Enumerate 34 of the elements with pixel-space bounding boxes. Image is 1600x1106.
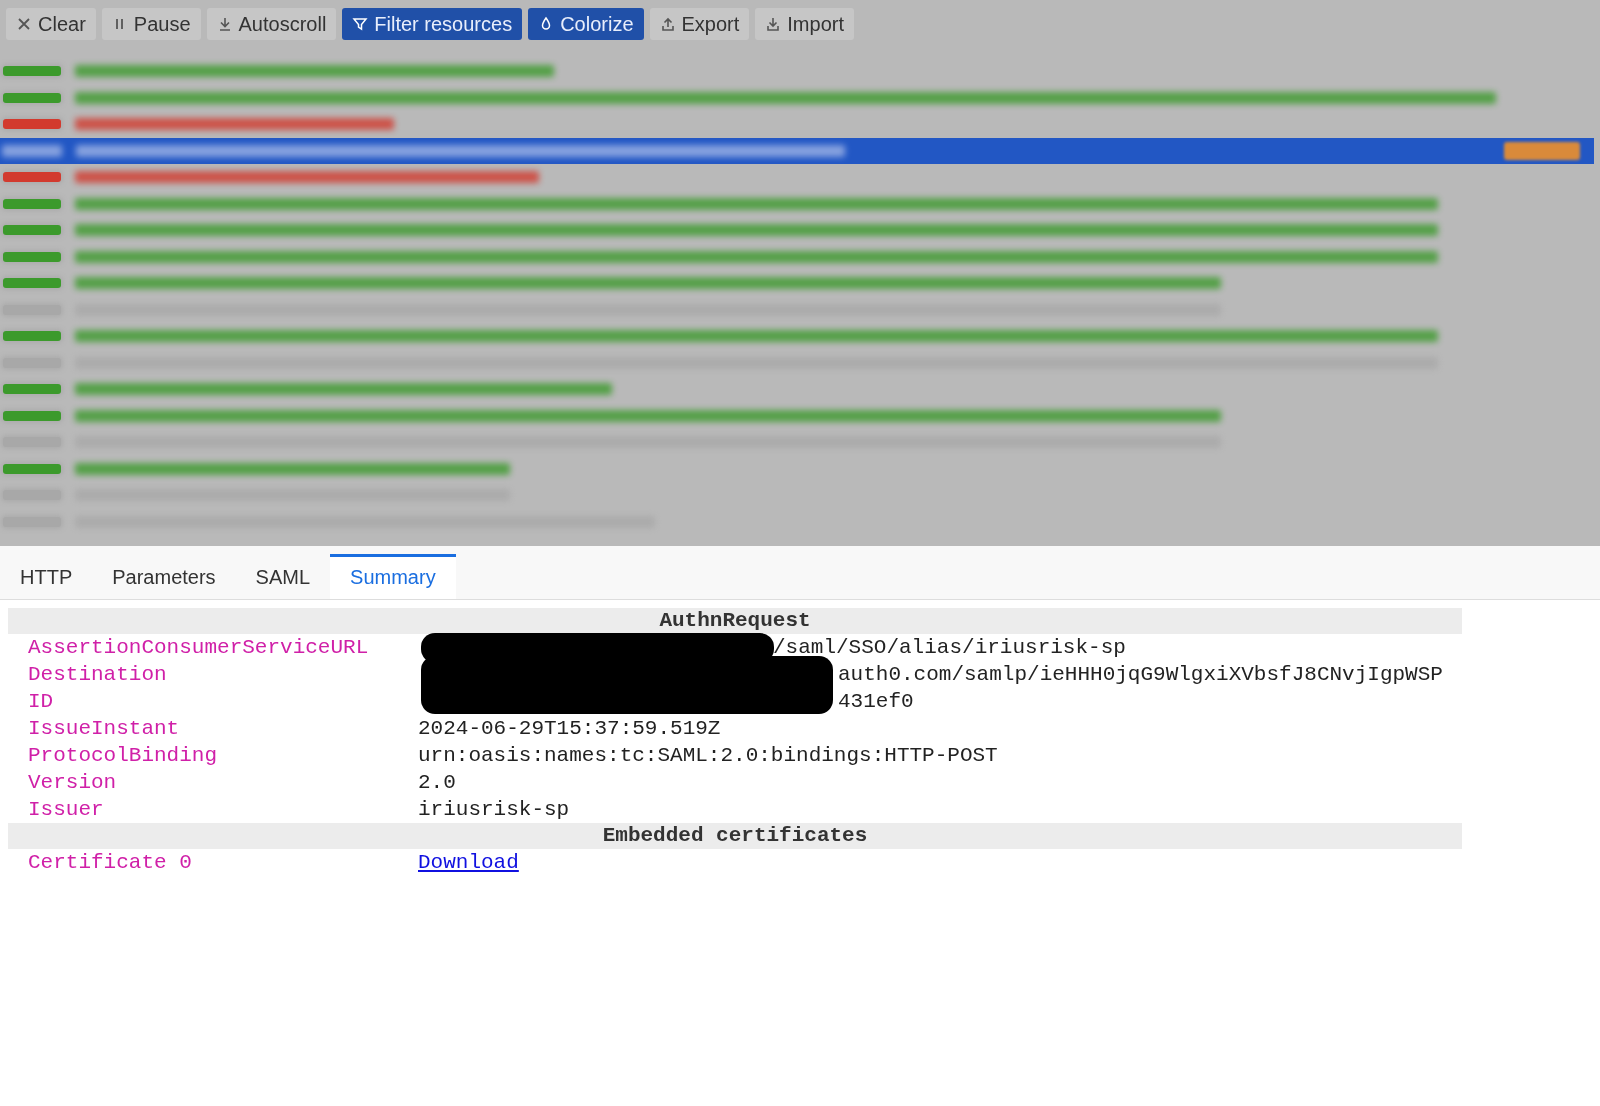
field-value: 2024-06-29T15:37:59.519Z (418, 717, 721, 740)
tab[interactable]: SAML (235, 554, 331, 599)
clear-icon (16, 16, 32, 32)
field-value: 2.0 (418, 771, 456, 794)
toolbar-button[interactable]: Pause (101, 8, 201, 40)
filter-icon (352, 16, 369, 32)
export-icon (659, 16, 676, 32)
field-value: auth0.com/samlp/ieHHH0jqG9WlgxiXVbsfJ8CNvjIgpWSP (838, 663, 1443, 686)
field-value: urn:oasis:names:tc:SAML:2.0:bindings:HTTP-POST (418, 744, 998, 767)
field-label: Certificate 0 (27, 850, 193, 876)
toolbar-button[interactable]: Export (649, 8, 750, 40)
download-link[interactable]: Download (418, 851, 519, 874)
section-header: Embedded certificates (8, 823, 1462, 849)
toolbar-button[interactable]: Filter resources (342, 8, 523, 40)
field-label: ID (27, 689, 55, 715)
toolbar-button[interactable]: Import (755, 8, 854, 40)
blurred-request-row[interactable] (0, 137, 1594, 164)
toolbar-button[interactable]: Autoscroll (206, 8, 337, 40)
field-label: Destination (27, 662, 168, 688)
field-label: ProtocolBinding (27, 743, 219, 769)
field-label: Issuer (27, 797, 105, 823)
field-value: /saml/SSO/alias/iriusrisk-sp (773, 636, 1126, 659)
tab[interactable]: Parameters (92, 554, 236, 599)
tab[interactable]: HTTP (0, 554, 93, 599)
field-value: iriusrisk-sp (418, 798, 570, 821)
toolbar-button[interactable]: Colorize (528, 8, 644, 40)
field-value: 431ef0 (838, 690, 914, 713)
tab[interactable]: Summary (330, 554, 456, 599)
field-label: Version (27, 770, 118, 796)
toolbar-button[interactable]: Clear (6, 8, 96, 40)
import-icon (765, 16, 782, 32)
field-label: AssertionConsumerServiceURL (27, 635, 370, 661)
field-label: IssueInstant (27, 716, 181, 742)
section-header: AuthnRequest (8, 608, 1462, 634)
